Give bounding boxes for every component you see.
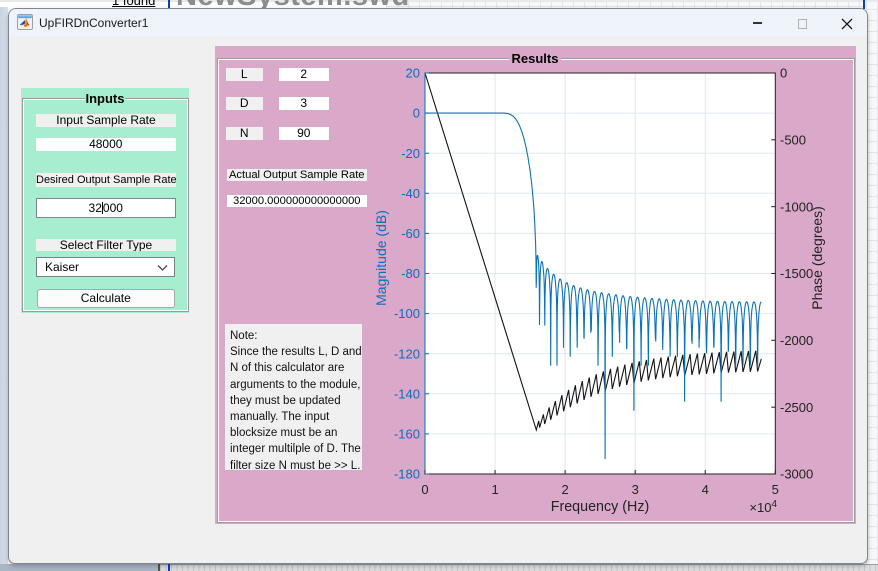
svg-text:20: 20 xyxy=(406,66,420,81)
svg-text:-500: -500 xyxy=(780,132,806,147)
svg-text:5: 5 xyxy=(772,482,779,497)
svg-text:2: 2 xyxy=(561,482,568,497)
svg-text:0: 0 xyxy=(421,482,428,497)
svg-text:-160: -160 xyxy=(394,427,420,442)
svg-text:-2000: -2000 xyxy=(780,333,813,348)
svg-text:-40: -40 xyxy=(401,186,420,201)
svg-text:-80: -80 xyxy=(401,266,420,281)
svg-text:-120: -120 xyxy=(394,346,420,361)
svg-text:-2500: -2500 xyxy=(780,400,813,415)
svg-text:1: 1 xyxy=(491,482,498,497)
svg-text:Magnitude (dB): Magnitude (dB) xyxy=(373,210,389,306)
svg-text:-100: -100 xyxy=(394,306,420,321)
svg-text:-60: -60 xyxy=(401,226,420,241)
svg-text:-180: -180 xyxy=(394,467,420,482)
svg-text:3: 3 xyxy=(632,482,639,497)
svg-text:Phase (degrees): Phase (degrees) xyxy=(809,206,825,310)
svg-text:-140: -140 xyxy=(394,386,420,401)
svg-text:4: 4 xyxy=(702,482,709,497)
svg-text:-20: -20 xyxy=(401,146,420,161)
svg-text:0: 0 xyxy=(780,66,787,81)
svg-text:×104: ×104 xyxy=(749,499,777,515)
svg-text:-3000: -3000 xyxy=(780,467,813,482)
svg-text:Frequency (Hz): Frequency (Hz) xyxy=(551,499,650,515)
svg-text:0: 0 xyxy=(413,106,420,121)
